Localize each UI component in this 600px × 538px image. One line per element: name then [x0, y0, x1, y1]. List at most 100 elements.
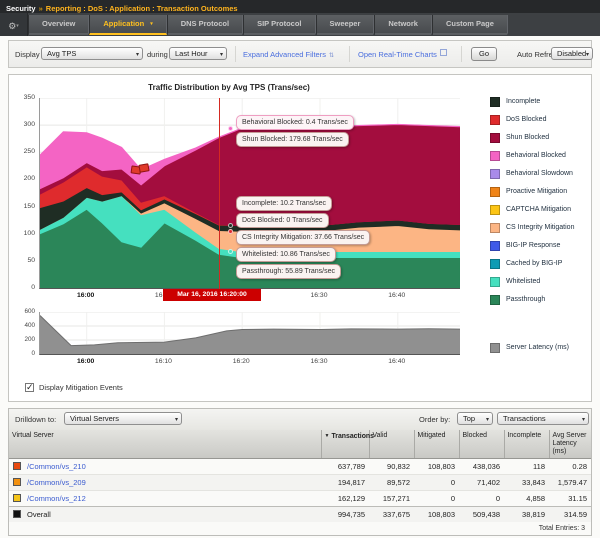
column-header-label: Transactions [331, 433, 374, 440]
order-direction-select[interactable]: Top▾ [457, 412, 493, 425]
legend-swatch [490, 241, 500, 251]
tab-dns-protocol[interactable]: DNS Protocol [167, 15, 243, 35]
during-select-value: Last Hour [175, 49, 208, 58]
drilldown-to-select[interactable]: Virtual Servers▾ [64, 412, 182, 425]
display-select[interactable]: Avg TPS ▾ [41, 47, 143, 60]
drilldown-panel: Drilldown to: Virtual Servers▾ Order by:… [8, 408, 592, 536]
chart-tooltip: Behavioral Blocked: 0.4 Trans/sec [236, 115, 354, 130]
app-window: Security»Reporting : DoS : Application :… [0, 0, 600, 538]
open-realtime-charts-link[interactable]: Open Real-Time Charts [358, 48, 447, 61]
cell-incomplete: 38,819 [504, 507, 549, 523]
display-select-value: Avg TPS [47, 49, 76, 58]
y-axis-tick-label: 100 [11, 230, 35, 237]
series-color-swatch [13, 478, 21, 486]
legend-swatch [490, 169, 500, 179]
x-axis-tick-label: 16:40 [372, 358, 422, 365]
auto-refresh-select[interactable]: Disabled▾ [551, 47, 593, 60]
column-header-incomplete[interactable]: Incomplete [504, 430, 549, 459]
cell-mitigated: 0 [414, 491, 459, 507]
overall-label: Overall [27, 510, 51, 519]
cell-transactions: 194,817 [321, 475, 369, 491]
x-axis-tick-label: 16:00 [61, 358, 111, 365]
chevron-down-icon: ▾ [582, 414, 585, 425]
sort-descending-icon: ▼ [325, 433, 330, 439]
chart-tooltip: Passthrough: 55.89 Trans/sec [236, 264, 341, 279]
column-header-avg-server-latency-ms-[interactable]: Avg Server Latency (ms) [549, 430, 591, 459]
column-header-valid[interactable]: Valid [369, 430, 414, 459]
virtual-server-link[interactable]: /Common/vs_210 [27, 462, 86, 471]
tab-sip-protocol[interactable]: SIP Protocol [243, 15, 315, 35]
series-color-swatch [13, 494, 21, 502]
column-header-blocked[interactable]: Blocked [459, 430, 504, 459]
total-entries: Total Entries: 3 [539, 525, 585, 532]
legend-swatch [490, 259, 500, 269]
filter-bar: Display Avg TPS▾ during Last Hour▾ Expan… [8, 40, 592, 68]
column-header-transactions[interactable]: ▼Transactions [321, 430, 369, 459]
chart-tooltip: Whitelisted: 10.86 Trans/sec [236, 247, 336, 262]
table-row: /Common/vs_209194,81789,572071,40233,843… [9, 475, 591, 491]
column-header-mitigated[interactable]: Mitigated [414, 430, 459, 459]
virtual-server-link[interactable]: /Common/vs_209 [27, 478, 86, 487]
settings-menu-button[interactable]: ⚙▾ [0, 13, 28, 36]
x-axis-tick-label: 16:10 [138, 358, 188, 365]
open-realtime-charts-label: Open Real-Time Charts [358, 50, 437, 59]
chart-title: Traffic Distribution by Avg TPS (Trans/s… [19, 83, 439, 92]
during-select[interactable]: Last Hour▾ [169, 47, 227, 60]
cell-valid: 89,572 [369, 475, 414, 491]
y-axis-tick-label: 0 [11, 350, 35, 357]
legend-label: BIG-IP Response [506, 242, 560, 249]
cell-mitigated: 108,803 [414, 459, 459, 475]
display-mitigation-events-checkbox[interactable] [25, 383, 34, 392]
display-mitigation-events-label: Display Mitigation Events [39, 381, 123, 394]
breadcrumb: Security»Reporting : DoS : Application :… [0, 0, 600, 13]
chevron-down-icon: ▾ [16, 23, 19, 29]
x-axis-tick-label: 16:30 [294, 358, 344, 365]
mitigation-event-marker[interactable] [138, 163, 149, 173]
tab-application[interactable]: Application▾ [89, 15, 166, 35]
drilldown-to-select-value: Virtual Servers [70, 414, 119, 423]
tab-sweeper[interactable]: Sweeper [316, 15, 375, 35]
tab-custom-page[interactable]: Custom Page [432, 15, 508, 35]
legend-label: Cached by BIG-IP [506, 260, 562, 267]
tab-label: Sweeper [330, 19, 361, 28]
tab-network[interactable]: Network [374, 15, 432, 35]
y-axis-tick-label: 200 [11, 336, 35, 343]
x-axis-tick-label: 16:30 [294, 292, 344, 299]
cell-transactions: 162,129 [321, 491, 369, 507]
tooltip-anchor-dot [228, 126, 233, 131]
tab-label: SIP Protocol [257, 19, 301, 28]
legend-swatch [490, 97, 500, 107]
drilldown-to-label: Drilldown to: [15, 413, 56, 426]
y-axis-tick-label: 600 [11, 308, 35, 315]
cell-incomplete: 118 [504, 459, 549, 475]
tab-label: Custom Page [446, 19, 494, 28]
cell-transactions: 994,735 [321, 507, 369, 523]
breadcrumb-app: Security [6, 4, 36, 13]
cell-mitigated: 108,803 [414, 507, 459, 523]
divider [235, 46, 236, 62]
latency-chart[interactable] [39, 312, 460, 355]
divider [461, 46, 462, 62]
chart-tooltip: Shun Blocked: 179.68 Trans/sec [236, 132, 349, 147]
drilldown-table: Virtual Server▼TransactionsValidMitigate… [9, 430, 591, 522]
y-axis-tick-label: 250 [11, 148, 35, 155]
cell-latency: 31.15 [549, 491, 591, 507]
go-button[interactable]: Go [471, 47, 497, 61]
order-field-select[interactable]: Transactions▾ [497, 412, 589, 425]
tab-overview[interactable]: Overview [28, 15, 89, 35]
chart-panel: Traffic Distribution by Avg TPS (Trans/s… [8, 74, 592, 402]
legend-swatch [490, 115, 500, 125]
column-header-virtual-server[interactable]: Virtual Server [9, 430, 321, 459]
legend-swatch [490, 277, 500, 287]
selected-time-label: Mar 16, 2016 16:20:00 [163, 289, 261, 301]
legend-label: Whitelisted [506, 278, 540, 285]
chart-tooltip: DoS Blocked: 0 Trans/sec [236, 213, 329, 228]
x-axis-tick-label: 16:40 [372, 292, 422, 299]
legend-label: Passthrough [506, 296, 545, 303]
expand-advanced-filters-link[interactable]: Expand Advanced Filters⇅ [243, 48, 334, 63]
divider [349, 46, 350, 62]
x-axis-tick-label: 16:20 [216, 358, 266, 365]
virtual-server-link[interactable]: /Common/vs_212 [27, 494, 86, 503]
tooltip-anchor-dot [228, 229, 233, 234]
chevron-down-icon: ▾ [136, 49, 139, 60]
